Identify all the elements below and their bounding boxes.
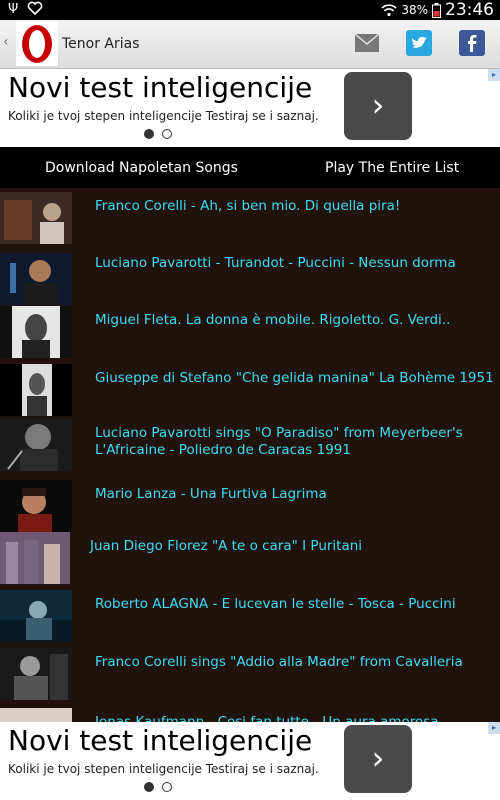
app-logo[interactable] — [16, 22, 58, 66]
song-thumbnail — [0, 648, 72, 700]
list-item[interactable]: Mario Lanza - Una Furtiva Lagrima — [0, 480, 500, 537]
ad-headline: Novi test inteligencije — [8, 724, 313, 757]
status-bar: Ψ 38% 23:46 — [0, 0, 500, 20]
battery-icon — [432, 2, 441, 18]
list-item[interactable]: Jonas Kaufmann - Cosi fan tutte - Un aur… — [0, 708, 500, 722]
pager-dot — [144, 129, 154, 139]
song-thumbnail — [0, 364, 72, 416]
ad-headline: Novi test inteligencije — [8, 71, 313, 104]
song-title[interactable]: Roberto ALAGNA - E lucevan le stelle - T… — [95, 596, 495, 613]
ad-pager-dots — [144, 129, 172, 139]
song-title[interactable]: Luciano Pavarotti - Turandot - Puccini -… — [95, 255, 495, 272]
clock: 23:46 — [445, 0, 494, 20]
list-item[interactable]: Franco Corelli sings "Addio alla Madre" … — [0, 648, 500, 705]
list-item[interactable]: Juan Diego Florez "A te o cara" I Purita… — [0, 532, 500, 589]
play-entire-list-button[interactable]: Play The Entire List — [325, 160, 459, 176]
song-thumbnail — [0, 590, 72, 642]
pager-dot — [162, 782, 172, 792]
ad-subtext: Koliki je tvoj stepen inteligencije Test… — [8, 109, 319, 123]
twitter-icon[interactable] — [406, 30, 432, 56]
song-title[interactable]: Mario Lanza - Una Furtiva Lagrima — [95, 486, 495, 503]
app-title: Tenor Arias — [62, 36, 140, 52]
facebook-icon[interactable] — [459, 30, 485, 56]
song-thumbnail — [0, 532, 70, 584]
download-songs-button[interactable]: Download Napoletan Songs — [45, 160, 238, 176]
list-item[interactable]: Giuseppe di Stefano "Che gelida manina" … — [0, 364, 500, 421]
back-chevron-icon[interactable]: ‹ — [3, 34, 9, 50]
song-thumbnail — [0, 419, 72, 471]
song-thumbnail — [0, 253, 72, 305]
list-item[interactable]: Luciano Pavarotti - Turandot - Puccini -… — [0, 249, 500, 306]
usb-icon: Ψ — [8, 1, 43, 17]
song-thumbnail — [0, 480, 72, 532]
song-thumbnail — [0, 192, 72, 244]
list-item[interactable]: Miguel Fleta. La donna è mobile. Rigolet… — [0, 306, 500, 363]
ad-choices-icon[interactable]: ▸ — [488, 722, 500, 734]
ad-banner-top[interactable]: Novi test inteligencije Koliki je tvoj s… — [0, 69, 500, 147]
wifi-icon — [381, 4, 397, 17]
action-bar: Download Napoletan Songs Play The Entire… — [0, 148, 500, 188]
song-thumbnail — [0, 708, 72, 722]
song-title[interactable]: Luciano Pavarotti sings "O Paradiso" fro… — [95, 425, 495, 459]
pager-dot — [162, 129, 172, 139]
list-item[interactable]: Franco Corelli - Ah, si ben mio. Di quel… — [0, 192, 500, 249]
song-title[interactable]: Franco Corelli sings "Addio alla Madre" … — [95, 654, 495, 671]
song-title[interactable]: Franco Corelli - Ah, si ben mio. Di quel… — [95, 198, 495, 215]
song-title[interactable]: Miguel Fleta. La donna è mobile. Rigolet… — [95, 312, 495, 329]
song-title[interactable]: Giuseppe di Stefano "Che gelida manina" … — [95, 370, 495, 387]
app-bar: ‹ Tenor Arias — [0, 20, 500, 69]
list-item[interactable]: Roberto ALAGNA - E lucevan le stelle - T… — [0, 590, 500, 647]
mail-icon[interactable] — [355, 34, 379, 52]
song-list[interactable]: Franco Corelli - Ah, si ben mio. Di quel… — [0, 188, 500, 722]
ad-banner-bottom[interactable]: Novi test inteligencije Koliki je tvoj s… — [0, 722, 500, 800]
ad-pager-dots — [144, 782, 172, 792]
heart-icon — [27, 1, 42, 16]
battery-percent: 38% — [401, 3, 428, 17]
ad-arrow-button[interactable]: › — [344, 725, 412, 793]
song-title[interactable]: Juan Diego Florez "A te o cara" I Purita… — [90, 538, 490, 555]
song-thumbnail — [0, 306, 72, 358]
ad-subtext: Koliki je tvoj stepen inteligencije Test… — [8, 762, 319, 776]
pager-dot — [144, 782, 154, 792]
list-item[interactable]: Luciano Pavarotti sings "O Paradiso" fro… — [0, 419, 500, 476]
ad-choices-icon[interactable]: ▸ — [488, 69, 500, 81]
song-title[interactable]: Jonas Kaufmann - Cosi fan tutte - Un aur… — [95, 714, 495, 722]
ad-arrow-button[interactable]: › — [344, 72, 412, 140]
